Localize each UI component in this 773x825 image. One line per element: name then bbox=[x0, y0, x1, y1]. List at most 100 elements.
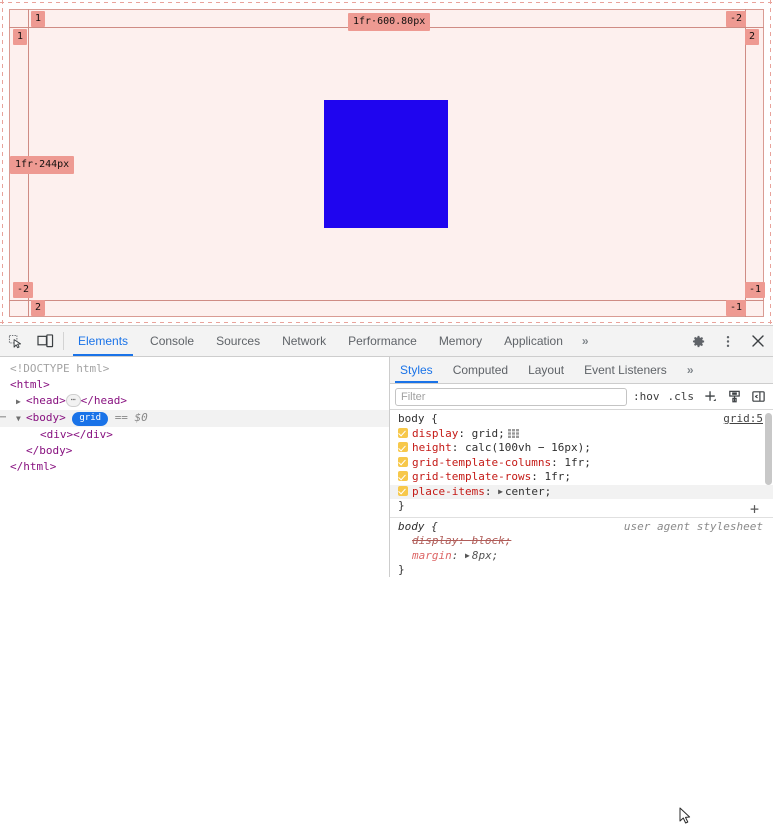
expand-triangle-icon[interactable]: ▶ bbox=[16, 394, 26, 410]
dom-row-html-open[interactable]: <html> bbox=[0, 377, 389, 393]
cls-toggle-button[interactable]: .cls bbox=[666, 390, 697, 403]
add-declaration-button[interactable]: + bbox=[750, 503, 759, 515]
css-declaration-grid-template-columns[interactable]: grid-template-columns: 1fr; bbox=[390, 456, 773, 471]
css-property-name[interactable]: display bbox=[412, 427, 458, 440]
page-edge-dashed-left bbox=[2, 0, 3, 325]
grid-badge[interactable]: grid bbox=[72, 412, 108, 426]
css-declaration-margin[interactable]: margin: ▶8px; bbox=[390, 549, 773, 564]
dom-row-head[interactable]: ▶<head>⋯</head> bbox=[0, 393, 389, 410]
css-property-value[interactable]: center; bbox=[505, 485, 551, 498]
mouse-cursor bbox=[679, 807, 691, 825]
tab-application[interactable]: Application bbox=[493, 326, 574, 356]
css-property-name[interactable]: grid-template-rows bbox=[412, 470, 531, 483]
toggle-sidebar-icon[interactable] bbox=[748, 387, 768, 407]
selected-node-marker: == $0 bbox=[115, 411, 148, 424]
dom-row-body-close[interactable]: </body> bbox=[0, 443, 389, 459]
tab-performance[interactable]: Performance bbox=[337, 326, 428, 356]
grid-line-number-bottom-left-column: -2 bbox=[13, 282, 33, 298]
css-property-name[interactable]: grid-template-columns bbox=[412, 456, 551, 469]
body-close-tag: </body> bbox=[26, 444, 72, 457]
device-toolbar-icon[interactable] bbox=[30, 326, 60, 356]
grid-line-number-top-left-column: 1 bbox=[31, 11, 45, 27]
css-rule-header: body { user agent stylesheet bbox=[390, 520, 773, 535]
tab-sources[interactable]: Sources bbox=[205, 326, 271, 356]
expand-shorthand-triangle-icon[interactable]: ▶ bbox=[498, 485, 503, 500]
collapse-triangle-icon[interactable]: ▼ bbox=[16, 411, 26, 427]
css-property-name[interactable]: height bbox=[412, 441, 452, 454]
css-property-name[interactable]: place-items bbox=[412, 485, 485, 498]
css-property-value: 8px; bbox=[472, 549, 499, 562]
styles-more-tabs-chevron-icon[interactable]: » bbox=[677, 357, 704, 383]
body-open-tag: <body> bbox=[26, 411, 66, 424]
filter-input[interactable] bbox=[395, 388, 627, 406]
dom-tree-pane: <!DOCTYPE html> <html> ▶<head>⋯</head> ⋯… bbox=[0, 357, 390, 577]
page-edge-dashed-right bbox=[770, 0, 771, 325]
grid-overlay-toggle-icon[interactable] bbox=[508, 428, 519, 437]
inspected-div-element[interactable] bbox=[324, 100, 448, 228]
css-declaration-display-overridden[interactable]: display: block; bbox=[390, 534, 773, 549]
declaration-enabled-checkbox[interactable] bbox=[398, 471, 408, 481]
stylesheet-origin-label: user agent stylesheet bbox=[624, 520, 763, 535]
css-property-value[interactable]: 1fr; bbox=[564, 456, 591, 469]
styles-scrollbar[interactable] bbox=[765, 413, 772, 485]
tab-network[interactable]: Network bbox=[271, 326, 337, 356]
css-declaration-place-items[interactable]: place-items: ▶center; bbox=[390, 485, 773, 500]
tab-computed[interactable]: Computed bbox=[443, 357, 518, 383]
new-style-rule-plus-icon[interactable] bbox=[700, 387, 720, 407]
html-open-tag: <html> bbox=[10, 378, 50, 391]
css-rule-author: body { grid:5 display: grid; bbox=[390, 410, 773, 518]
grid-line-number-top-right-row: 2 bbox=[745, 29, 759, 45]
expand-ellipsis-icon[interactable]: ⋯ bbox=[66, 394, 81, 407]
tab-event-listeners[interactable]: Event Listeners bbox=[574, 357, 677, 383]
dom-row-body-selected[interactable]: ⋯ ▼<body> grid == $0 bbox=[0, 410, 389, 427]
css-declaration-height[interactable]: height: calc(100vh − 16px); bbox=[390, 441, 773, 456]
gear-icon[interactable] bbox=[683, 326, 713, 356]
css-selector[interactable]: body { bbox=[398, 520, 438, 535]
grid-line-number-top-left-row: 1 bbox=[13, 29, 27, 45]
css-property-value[interactable]: 1fr; bbox=[544, 470, 571, 483]
css-property-value[interactable]: grid; bbox=[472, 427, 505, 440]
element-classes-paintbrush-icon[interactable] bbox=[724, 387, 744, 407]
close-icon[interactable] bbox=[743, 326, 773, 356]
css-declaration-grid-template-rows[interactable]: grid-template-rows: 1fr; bbox=[390, 470, 773, 485]
head-open-tag: <head> bbox=[26, 394, 66, 407]
declaration-enabled-checkbox[interactable] bbox=[398, 457, 408, 467]
grid-line-number-bottom-left-row: 2 bbox=[31, 300, 45, 316]
css-property-value[interactable]: calc(100vh − 16px); bbox=[465, 441, 591, 454]
declaration-enabled-checkbox[interactable] bbox=[398, 442, 408, 452]
html-close-tag: </html> bbox=[10, 460, 56, 473]
grid-column-size-label: 1fr·600.80px bbox=[348, 13, 430, 31]
css-selector[interactable]: body { bbox=[398, 412, 438, 427]
grid-line-number-bottom-right-column: -1 bbox=[745, 282, 765, 298]
declaration-enabled-checkbox[interactable] bbox=[398, 428, 408, 438]
dom-row-doctype[interactable]: <!DOCTYPE html> bbox=[0, 361, 389, 377]
tab-console[interactable]: Console bbox=[139, 326, 205, 356]
row-overflow-dots-icon[interactable]: ⋯ bbox=[0, 410, 6, 426]
styles-filter-toolbar: :hov .cls bbox=[390, 384, 773, 410]
head-close-tag: </head> bbox=[81, 394, 127, 407]
devtools-panel: Elements Console Sources Network Perform… bbox=[0, 325, 773, 577]
tab-styles[interactable]: Styles bbox=[390, 357, 443, 383]
hov-toggle-button[interactable]: :hov bbox=[631, 390, 662, 403]
declaration-enabled-checkbox[interactable] bbox=[398, 486, 408, 496]
stylesheet-source-link[interactable]: grid:5 bbox=[723, 412, 763, 427]
css-property-value: block; bbox=[472, 534, 512, 547]
grid-line-column-end bbox=[745, 9, 746, 317]
styles-pane: Styles Computed Layout Event Listeners »… bbox=[390, 357, 773, 577]
dom-row-div[interactable]: <div></div> bbox=[0, 427, 389, 443]
tab-elements[interactable]: Elements bbox=[67, 326, 139, 356]
tab-memory[interactable]: Memory bbox=[428, 326, 493, 356]
tab-layout[interactable]: Layout bbox=[518, 357, 574, 383]
devtools-content: <!DOCTYPE html> <html> ▶<head>⋯</head> ⋯… bbox=[0, 357, 773, 577]
div-element-line: <div></div> bbox=[40, 428, 113, 441]
inspect-cursor-icon[interactable] bbox=[0, 326, 30, 356]
css-property-name: margin bbox=[412, 549, 452, 562]
more-tabs-chevron-icon[interactable]: » bbox=[574, 326, 597, 356]
kebab-menu-icon[interactable] bbox=[713, 326, 743, 356]
grid-line-number-top-right-column: -2 bbox=[726, 11, 746, 27]
css-rule-close-brace: } bbox=[390, 563, 773, 577]
dom-row-html-close[interactable]: </html> bbox=[0, 459, 389, 475]
css-property-name: display bbox=[412, 534, 458, 547]
css-declaration-display[interactable]: display: grid; bbox=[390, 427, 773, 442]
expand-shorthand-triangle-icon[interactable]: ▶ bbox=[465, 549, 470, 564]
